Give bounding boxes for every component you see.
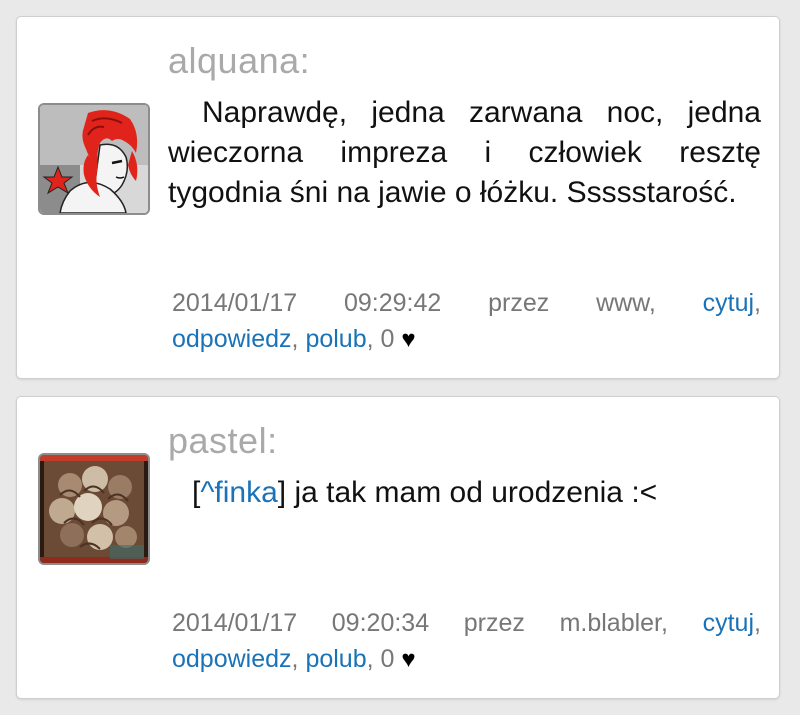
comment-feed: alquana: Naprawdę, jedna zarwana noc, je… bbox=[0, 0, 800, 715]
quoted-user-link[interactable]: ^finka bbox=[200, 476, 277, 509]
comment-text: [^finka] ja tak mam od urodzenia :< bbox=[168, 473, 761, 513]
separator: , bbox=[291, 645, 299, 673]
comment-time: 09:20:34 bbox=[331, 609, 430, 637]
avatar[interactable] bbox=[38, 103, 150, 215]
quote-link[interactable]: cytuj bbox=[703, 289, 754, 317]
reply-link[interactable]: odpowiedz bbox=[172, 325, 292, 353]
heart-icon: ♥ bbox=[401, 326, 416, 353]
comment-card: pastel: [^finka] ja tak mam od urodzenia… bbox=[16, 396, 780, 699]
quote-bracket-close: ] bbox=[277, 476, 287, 509]
like-count: 0 bbox=[380, 325, 395, 353]
separator: , bbox=[754, 289, 761, 317]
comment-meta: 2014/01/17 09:20:34 przez m.blabler, cyt… bbox=[172, 605, 761, 678]
avatar-image bbox=[40, 455, 148, 563]
comment-via-source: www, bbox=[596, 289, 656, 317]
reply-link[interactable]: odpowiedz bbox=[172, 645, 292, 673]
comment-text: Naprawdę, jedna zarwana noc, jedna wiecz… bbox=[168, 96, 761, 209]
separator: , bbox=[366, 325, 374, 353]
heart-icon: ♥ bbox=[401, 646, 416, 673]
comment-author[interactable]: alquana: bbox=[168, 41, 310, 81]
separator: , bbox=[754, 609, 761, 637]
comment-time: 09:29:42 bbox=[343, 289, 442, 317]
comment-author[interactable]: pastel: bbox=[168, 421, 278, 461]
comment-date: 2014/01/17 bbox=[172, 289, 298, 317]
like-count: 0 bbox=[380, 645, 395, 673]
avatar[interactable] bbox=[38, 453, 150, 565]
separator: , bbox=[366, 645, 374, 673]
avatar-image bbox=[40, 105, 148, 213]
quote-link[interactable]: cytuj bbox=[703, 609, 754, 637]
comment-date: 2014/01/17 bbox=[172, 609, 298, 637]
separator: , bbox=[291, 325, 299, 353]
comment-via-prefix: przez bbox=[463, 609, 525, 637]
comment-via-prefix: przez bbox=[488, 289, 550, 317]
like-link[interactable]: polub bbox=[305, 325, 366, 353]
comment-via-source: m.blabler, bbox=[559, 609, 668, 637]
like-link[interactable]: polub bbox=[305, 645, 366, 673]
comment-card: alquana: Naprawdę, jedna zarwana noc, je… bbox=[16, 16, 780, 379]
comment-meta: 2014/01/17 09:29:42 przez www, cytuj, od… bbox=[172, 285, 761, 358]
comment-text-body: ja tak mam od urodzenia :< bbox=[286, 476, 658, 509]
